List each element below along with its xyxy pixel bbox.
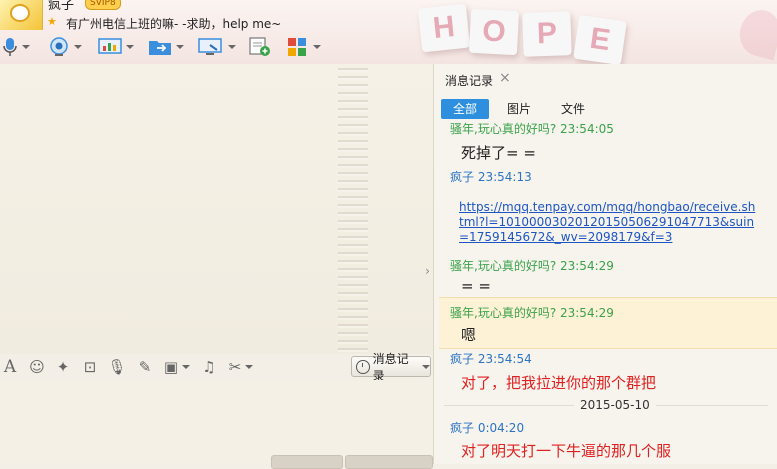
chevron-down-icon	[422, 364, 430, 369]
history-tabs: 全部 图片 文件	[441, 99, 603, 119]
font-icon[interactable]: A	[1, 358, 19, 376]
music-icon[interactable]: ♫	[200, 358, 218, 376]
chat-message-area[interactable]: ›	[0, 64, 433, 354]
clock-icon	[356, 359, 370, 374]
share-screen-icon[interactable]	[98, 37, 134, 57]
message-sender: 疯子 23:54:54	[450, 352, 532, 366]
scissors-icon[interactable]: ✂	[226, 358, 256, 376]
message-content: 对了明天打一下牛逼的那几个服	[461, 442, 672, 460]
avatar[interactable]	[0, 0, 43, 30]
microphone-icon[interactable]	[2, 37, 30, 57]
message-content: 嗯	[461, 326, 477, 344]
screenshot-icon[interactable]: ⊡	[81, 358, 99, 376]
history-message-list[interactable]: 骚年,玩心真的好吗? 23:54:05 死掉了= = 疯子 23:54:13 h…	[434, 122, 777, 464]
video-camera-icon[interactable]	[48, 37, 82, 57]
heart-decoration	[734, 5, 777, 61]
notebook-spiral-decoration	[338, 64, 368, 354]
hope-tile-h: H	[417, 3, 471, 53]
chat-toolbar	[0, 34, 340, 62]
magic-icon[interactable]: ✦	[54, 358, 72, 376]
hope-tile-o: O	[468, 8, 520, 56]
star-icon: ★	[47, 15, 57, 28]
hope-tile-e: E	[573, 14, 627, 66]
message-sender: 骚年,玩心真的好吗? 23:54:29	[450, 259, 614, 273]
message-input[interactable]	[0, 380, 433, 464]
message-link[interactable]: https://mqq.tenpay.com/mqq/hongbao/recei…	[459, 200, 759, 245]
contact-name[interactable]: 疯子	[48, 0, 74, 13]
history-panel: 消息记录 × 全部 图片 文件 骚年,玩心真的好吗? 23:54:05 死掉了=…	[433, 64, 777, 464]
hope-tile-p: P	[522, 11, 572, 57]
date-separator-text: 2015-05-10	[574, 398, 656, 412]
emoji-icon[interactable]: ☺	[28, 358, 46, 376]
close-button[interactable]	[271, 455, 343, 469]
message-sender: 骚年,玩心真的好吗? 23:54:29	[450, 306, 614, 320]
message-sender: 疯子 0:04:20	[450, 421, 525, 435]
date-separator: 2015-05-10	[434, 398, 777, 412]
image-icon[interactable]: ▣	[162, 358, 192, 376]
vip-badge[interactable]: SVIP8	[85, 0, 121, 10]
send-button[interactable]	[345, 455, 433, 469]
close-icon[interactable]: ×	[499, 70, 511, 86]
message-content: 死掉了= =	[461, 144, 536, 162]
tab-files[interactable]: 文件	[549, 99, 597, 119]
message-content: 对了，把我拉进你的那个群把	[461, 374, 657, 392]
voice-icon[interactable]: 🎙	[107, 358, 126, 376]
message-history-label: 消息记录	[372, 351, 409, 383]
history-panel-title: 消息记录	[445, 74, 494, 88]
message-content: = =	[461, 277, 491, 295]
collapse-panel-arrow-icon[interactable]: ›	[422, 260, 433, 282]
edit-icon[interactable]: ✎	[136, 358, 154, 376]
message-history-button[interactable]: 消息记录	[351, 352, 431, 383]
apps-icon[interactable]	[287, 37, 321, 57]
tab-images[interactable]: 图片	[495, 99, 543, 119]
remote-desktop-icon[interactable]	[198, 37, 236, 57]
create-group-icon[interactable]	[248, 37, 272, 57]
send-file-icon[interactable]	[148, 37, 184, 57]
message-sender: 疯子 23:54:13	[450, 170, 532, 184]
tab-all[interactable]: 全部	[441, 99, 490, 119]
contact-signature: 有广州电信上班的嘛- -求助，help me~	[66, 17, 282, 31]
message-sender: 骚年,玩心真的好吗? 23:54:05	[450, 122, 614, 136]
